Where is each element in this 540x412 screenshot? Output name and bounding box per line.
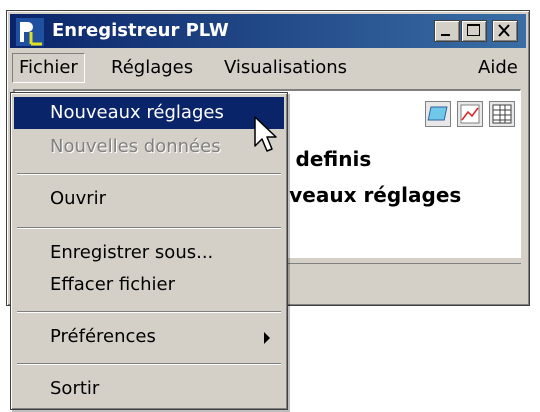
menu-item-nouvelles-donnees: Nouvelles données [50,136,221,157]
title-bar[interactable]: Enregistreur PLW [10,14,526,48]
menu-reglages[interactable]: Réglages [111,57,193,78]
close-icon [498,24,510,37]
oscilloscope-view-icon[interactable] [425,101,451,127]
content-line-1: e definis [275,147,372,171]
graph-view-icon[interactable] [457,101,483,127]
window-title: Enregistreur PLW [52,20,229,41]
menu-item-ouvrir[interactable]: Ouvrir [14,183,284,215]
menu-separator [17,227,281,229]
menu-item-effacer-fichier[interactable]: Effacer fichier [14,269,284,301]
menu-bar: Fichier Réglages Visualisations Aide [10,51,526,85]
content-line-2: uveaux réglages [275,183,462,207]
menu-separator [17,173,281,175]
menu-separator [17,363,281,365]
mouse-pointer-icon [254,116,277,152]
menu-item-nouveaux-reglages[interactable]: Nouveaux réglages [14,97,284,129]
menu-item-sortir[interactable]: Sortir [14,373,284,405]
app-logo-icon [16,18,44,46]
menu-separator [17,311,281,313]
close-button[interactable] [492,20,518,42]
menu-item-preferences-label: Préférences [50,326,156,347]
maximize-button[interactable] [461,20,487,42]
minimize-button[interactable] [434,20,460,42]
minimize-icon [441,34,450,36]
maximize-icon [467,24,480,36]
menu-visualisations[interactable]: Visualisations [224,57,347,78]
fichier-dropdown-menu: Nouveaux réglages Nouvelles données Ouvr… [10,92,288,410]
menu-aide[interactable]: Aide [478,57,518,78]
menu-item-enregistrer-sous[interactable]: Enregistrer sous... [14,237,284,269]
submenu-arrow-icon [264,332,270,344]
menu-fichier[interactable]: Fichier [12,53,85,83]
menu-item-preferences[interactable]: Préférences [14,321,284,353]
table-view-icon[interactable] [489,101,515,127]
